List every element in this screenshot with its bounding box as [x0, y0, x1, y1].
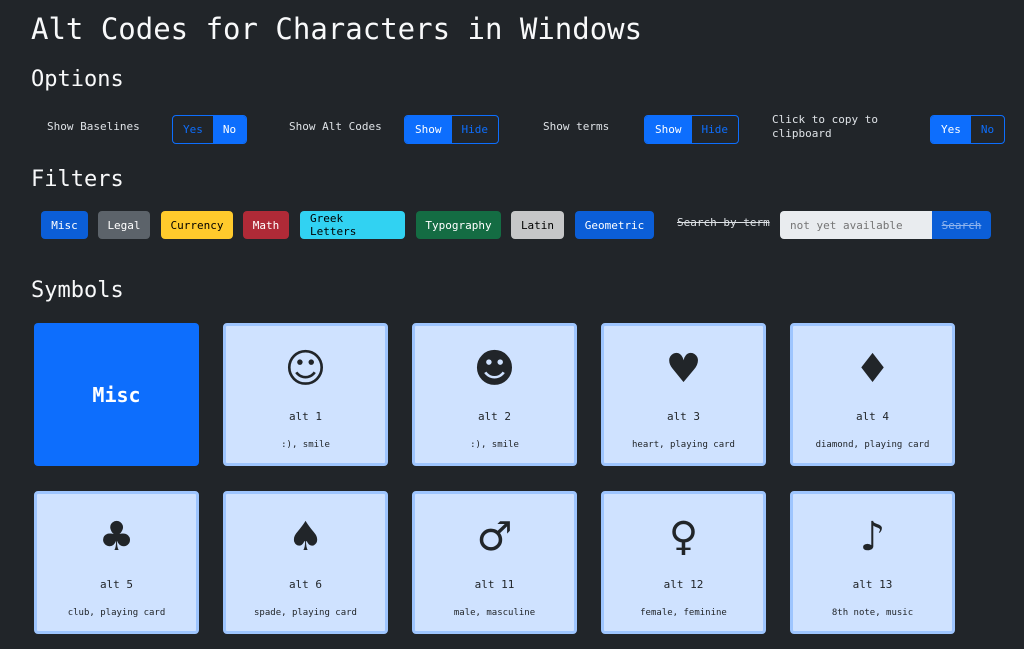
alt-code: alt 13 — [852, 578, 893, 591]
symbol-terms: spade, playing card — [254, 608, 357, 618]
search-label: Search by term — [677, 216, 770, 229]
symbol-terms: diamond, playing card — [815, 440, 930, 450]
alt-code: alt 6 — [288, 578, 323, 591]
symbol-glyph: ♀ — [668, 514, 699, 560]
symbol-terms: :), smile — [281, 440, 330, 450]
symbol-card[interactable]: ♣ alt 5 club, playing card — [34, 491, 199, 634]
baselines-no-button[interactable]: No — [212, 116, 247, 143]
alt-code: alt 4 — [855, 410, 890, 423]
search-input[interactable] — [780, 211, 932, 239]
symbol-terms: 8th note, music — [831, 608, 914, 618]
symbol-glyph: ♠ — [287, 514, 324, 560]
alt-code: alt 11 — [474, 578, 515, 591]
filter-misc-button[interactable]: Misc — [41, 211, 88, 239]
symbol-card[interactable]: ♠ alt 6 spade, playing card — [223, 491, 388, 634]
category-card-misc: Misc — [34, 323, 199, 466]
symbol-card[interactable]: ♪ alt 13 8th note, music — [790, 491, 955, 634]
alt-code: alt 12 — [663, 578, 704, 591]
filter-currency-button[interactable]: Currency — [161, 211, 233, 239]
filter-legal-button[interactable]: Legal — [98, 211, 150, 239]
symbol-card[interactable]: ♥ alt 3 heart, playing card — [601, 323, 766, 466]
alt-code: alt 5 — [99, 578, 134, 591]
baselines-yes-button[interactable]: Yes — [173, 116, 213, 143]
clipboard-no-button[interactable]: No — [971, 116, 1004, 143]
search-button[interactable]: Search — [932, 211, 991, 239]
page-title: Alt Codes for Characters in Windows — [31, 12, 643, 46]
symbol-terms: female, feminine — [640, 608, 727, 618]
symbol-glyph: ♣ — [98, 514, 135, 560]
symbol-card[interactable]: ♀ alt 12 female, feminine — [601, 491, 766, 634]
symbol-card[interactable]: ♂ alt 11 male, masculine — [412, 491, 577, 634]
alt-code: alt 3 — [666, 410, 701, 423]
filter-math-button[interactable]: Math — [243, 211, 289, 239]
terms-toggle: Show Hide — [644, 115, 739, 144]
symbol-glyph: ♂ — [476, 514, 513, 560]
filter-greek-letters-button[interactable]: Greek Letters — [300, 211, 405, 239]
alt-codes-toggle: Show Hide — [404, 115, 499, 144]
symbol-glyph: ♦ — [854, 346, 891, 392]
symbol-glyph: ♪ — [859, 514, 886, 560]
symbol-glyph: ☺ — [284, 346, 327, 392]
show-alt-codes-label: Show Alt Codes — [289, 120, 382, 133]
show-baselines-label: Show Baselines — [47, 120, 140, 133]
alt-codes-show-button[interactable]: Show — [405, 116, 452, 143]
terms-show-button[interactable]: Show — [645, 116, 692, 143]
filter-typography-button[interactable]: Typography — [416, 211, 501, 239]
filters-heading: Filters — [31, 167, 124, 192]
symbol-terms: club, playing card — [67, 608, 166, 618]
alt-code: alt 1 — [288, 410, 323, 423]
baselines-toggle: Yes No — [172, 115, 248, 144]
clipboard-label: Click to copy to clipboard — [772, 113, 878, 140]
show-terms-label: Show terms — [543, 120, 610, 133]
options-heading: Options — [31, 67, 124, 92]
symbol-terms: :), smile — [470, 440, 519, 450]
clipboard-toggle: Yes No — [930, 115, 1006, 144]
filter-latin-button[interactable]: Latin — [511, 211, 564, 239]
symbol-terms: male, masculine — [453, 608, 536, 618]
filter-geometric-button[interactable]: Geometric — [575, 211, 654, 239]
symbol-card[interactable]: ☺ alt 1 :), smile — [223, 323, 388, 466]
symbols-heading: Symbols — [31, 278, 124, 303]
symbol-glyph: ☻ — [473, 346, 516, 392]
terms-hide-button[interactable]: Hide — [692, 116, 739, 143]
symbol-terms: heart, playing card — [632, 440, 735, 450]
symbol-glyph: ♥ — [665, 346, 702, 392]
alt-code: alt 2 — [477, 410, 512, 423]
symbol-card[interactable]: ☻ alt 2 :), smile — [412, 323, 577, 466]
symbol-card[interactable]: ♦ alt 4 diamond, playing card — [790, 323, 955, 466]
clipboard-yes-button[interactable]: Yes — [931, 116, 971, 143]
alt-codes-hide-button[interactable]: Hide — [452, 116, 499, 143]
